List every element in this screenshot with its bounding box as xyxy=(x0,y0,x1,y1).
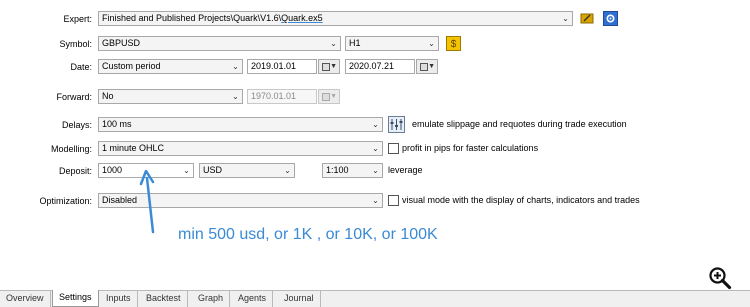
optimization-label: Optimization: xyxy=(39,196,92,206)
chevron-down-icon[interactable]: ⌄ xyxy=(370,119,381,130)
leverage-label: leverage xyxy=(388,165,423,175)
chevron-down-icon[interactable]: ⌄ xyxy=(370,143,381,154)
date-from-field[interactable]: 2019.01.01 xyxy=(247,59,317,74)
chevron-down-icon[interactable]: ⌄ xyxy=(370,165,381,176)
chevron-down-icon[interactable]: ⌄ xyxy=(328,38,339,49)
forward-label: Forward: xyxy=(56,92,92,102)
date-to-field[interactable]: 2020.07.21 xyxy=(345,59,415,74)
delays-value: 100 ms xyxy=(102,119,132,129)
symbol-properties-icon[interactable]: $ xyxy=(446,36,461,51)
tab-settings[interactable]: Settings xyxy=(52,290,99,307)
currency-select[interactable]: USD ⌄ xyxy=(199,163,295,178)
settings-gear-icon[interactable] xyxy=(603,11,618,26)
forward-calendar-button: ▼ xyxy=(318,89,340,104)
date-mode-value: Custom period xyxy=(102,61,161,71)
tab-inputs[interactable]: Inputs xyxy=(100,291,138,307)
deposit-label: Deposit: xyxy=(58,166,92,176)
symbol-value: GBPUSD xyxy=(102,38,141,48)
chevron-down-icon: ▼ xyxy=(428,63,435,70)
leverage-select[interactable]: 1:100 ⌄ xyxy=(322,163,383,178)
calendar-icon xyxy=(420,63,428,71)
delays-label: Delays: xyxy=(61,120,92,130)
timeframe-select[interactable]: H1 ⌄ xyxy=(345,36,439,51)
chevron-down-icon: ▼ xyxy=(330,63,337,70)
tab-backtest[interactable]: Backtest xyxy=(140,291,188,307)
modelling-value: 1 minute OHLC xyxy=(102,143,165,153)
visual-mode-label: visual mode with the display of charts, … xyxy=(402,195,640,205)
expert-path: Finished and Published Projects\Quark\V1… xyxy=(102,13,282,23)
profit-in-pips-checkbox[interactable] xyxy=(388,143,399,154)
delays-note: emulate slippage and requotes during tra… xyxy=(412,119,627,129)
chevron-down-icon[interactable]: ⌄ xyxy=(426,38,437,49)
delays-select[interactable]: 100 ms ⌄ xyxy=(98,117,383,132)
symbol-label: Symbol: xyxy=(59,39,92,49)
edit-icon[interactable] xyxy=(580,11,595,26)
date-from-calendar-button[interactable]: ▼ xyxy=(318,59,340,74)
chevron-down-icon[interactable]: ⌄ xyxy=(282,165,293,176)
chevron-down-icon[interactable]: ⌄ xyxy=(560,13,571,24)
forward-date-field: 1970.01.01 xyxy=(247,89,317,104)
timeframe-value: H1 xyxy=(349,38,361,48)
calendar-icon xyxy=(322,93,330,101)
tab-graph[interactable]: Graph xyxy=(192,291,231,307)
modelling-label: Modelling: xyxy=(50,144,92,154)
optimization-value: Disabled xyxy=(102,195,138,205)
expert-label: Expert: xyxy=(63,14,92,24)
expert-select[interactable]: Finished and Published Projects\Quark\V1… xyxy=(98,11,573,26)
chevron-down-icon[interactable]: ⌄ xyxy=(370,195,381,206)
visual-mode-checkbox[interactable] xyxy=(388,195,399,206)
tab-bar: Overview Settings Inputs Backtest Graph … xyxy=(0,290,750,307)
date-from-value: 2019.01.01 xyxy=(251,61,297,71)
profit-in-pips-label: profit in pips for faster calculations xyxy=(402,143,539,153)
forward-value: No xyxy=(102,91,114,101)
svg-text:$: $ xyxy=(451,39,457,50)
deposit-amount-value: 1000 xyxy=(102,165,123,175)
annotation-arrow xyxy=(139,169,155,234)
symbol-select[interactable]: GBPUSD ⌄ xyxy=(98,36,341,51)
forward-date-value: 1970.01.01 xyxy=(251,91,297,101)
tab-agents[interactable]: Agents xyxy=(232,291,274,307)
calendar-icon xyxy=(322,63,330,71)
expert-file: Quark.ex5 xyxy=(281,13,323,23)
chevron-down-icon: ▼ xyxy=(330,93,337,100)
date-label: Date: xyxy=(70,62,92,72)
delay-settings-icon[interactable] xyxy=(388,116,405,133)
currency-value: USD xyxy=(203,165,223,175)
tab-journal[interactable]: Journal xyxy=(278,291,321,307)
chevron-down-icon[interactable]: ⌄ xyxy=(181,165,192,176)
zoom-in-icon[interactable] xyxy=(708,266,732,290)
modelling-select[interactable]: 1 minute OHLC ⌄ xyxy=(98,141,383,156)
leverage-value: 1:100 xyxy=(326,165,349,175)
date-to-calendar-button[interactable]: ▼ xyxy=(416,59,438,74)
chevron-down-icon[interactable]: ⌄ xyxy=(230,91,241,102)
forward-select[interactable]: No ⌄ xyxy=(98,89,243,104)
chevron-down-icon[interactable]: ⌄ xyxy=(230,61,241,72)
tab-overview[interactable]: Overview xyxy=(0,291,51,307)
annotation-text: min 500 usd, or 1K , or 10K, or 100K xyxy=(178,226,438,243)
date-to-value: 2020.07.21 xyxy=(349,61,395,71)
date-mode-select[interactable]: Custom period ⌄ xyxy=(98,59,243,74)
